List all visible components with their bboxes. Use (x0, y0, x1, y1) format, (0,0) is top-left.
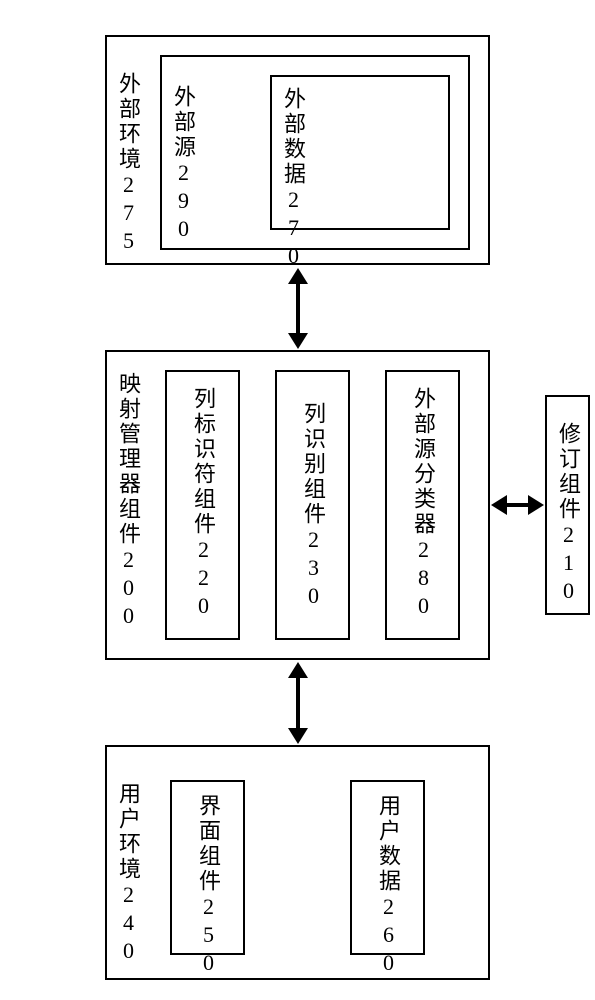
user-data-box: 用户数据260 (350, 780, 425, 955)
arrow-bottom-line (296, 675, 300, 731)
mapping-manager-label: 映射管理器组件200 (117, 372, 139, 631)
arrow-bottom-up (288, 662, 308, 678)
user-data-label: 用户数据260 (377, 794, 399, 978)
revision-component-label: 修订组件210 (557, 422, 579, 606)
external-environment-label: 外部环境275 (117, 72, 139, 256)
revision-component-box: 修订组件210 (545, 395, 590, 615)
arrow-bottom-down (288, 728, 308, 744)
column-recognition-box: 列识别组件230 (275, 370, 350, 640)
arrow-right-left (491, 495, 507, 515)
column-identifier-label: 列标识符组件220 (192, 387, 214, 621)
interface-component-box: 界面组件250 (170, 780, 245, 955)
external-source-label: 外部源290 (172, 85, 194, 244)
user-environment-box: 用户环境240 (105, 745, 490, 980)
interface-component-label: 界面组件250 (197, 794, 219, 978)
external-source-classifier-box: 外部源分类器280 (385, 370, 460, 640)
external-data-label: 外部数据270 (282, 87, 304, 271)
user-environment-label: 用户环境240 (117, 782, 139, 966)
external-data-box: 外部数据270 (270, 75, 450, 230)
external-source-classifier-label: 外部源分类器280 (412, 387, 434, 621)
arrow-top-down (288, 333, 308, 349)
arrow-top-line (296, 280, 300, 336)
arrow-right-right (528, 495, 544, 515)
arrow-top-up (288, 268, 308, 284)
column-recognition-label: 列识别组件230 (302, 402, 324, 611)
column-identifier-box: 列标识符组件220 (165, 370, 240, 640)
